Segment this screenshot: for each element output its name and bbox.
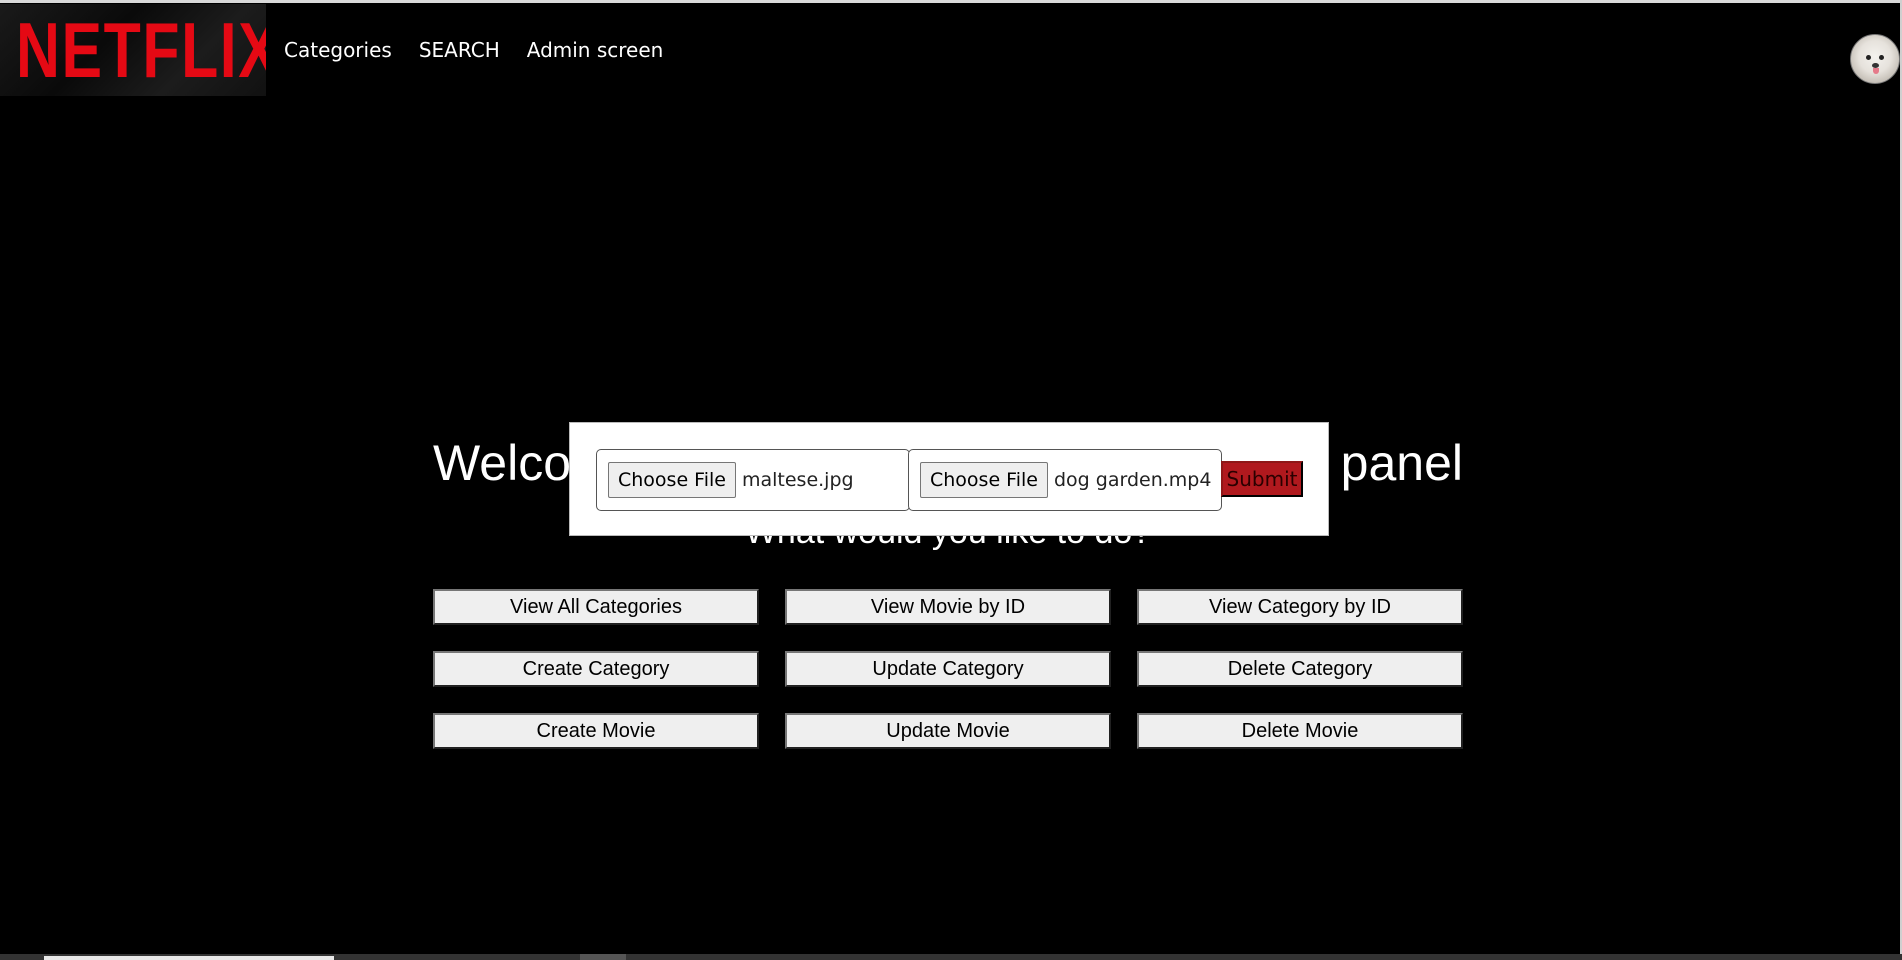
avatar-tongue [1873, 68, 1879, 74]
delete-movie-button[interactable]: Delete Movie [1137, 713, 1463, 749]
user-avatar-icon[interactable] [1850, 34, 1900, 84]
image-file-input[interactable]: Choose File maltese.jpg [596, 449, 910, 511]
top-nav: Categories SEARCH Admin screen [284, 38, 663, 62]
view-category-by-id-button[interactable]: View Category by ID [1137, 589, 1463, 625]
nav-link-admin-screen[interactable]: Admin screen [527, 38, 664, 62]
welcome-heading-left: Welco [433, 435, 572, 491]
view-movie-by-id-button[interactable]: View Movie by ID [785, 589, 1111, 625]
welcome-heading-right: panel [1340, 435, 1463, 491]
video-file-name: dog garden.mp4 [1053, 469, 1212, 491]
logo-text: NETFLIX [16, 6, 266, 94]
view-all-categories-button[interactable]: View All Categories [433, 589, 759, 625]
upload-modal: Choose File maltese.jpg Choose File dog … [569, 422, 1329, 536]
netflix-logo[interactable]: NETFLIX [0, 4, 266, 96]
choose-video-file-button[interactable]: Choose File [920, 462, 1048, 498]
update-category-button[interactable]: Update Category [785, 651, 1111, 687]
delete-category-button[interactable]: Delete Category [1137, 651, 1463, 687]
choose-image-file-button[interactable]: Choose File [608, 462, 736, 498]
video-file-input[interactable]: Choose File dog garden.mp4 [908, 449, 1222, 511]
nav-link-categories[interactable]: Categories [284, 38, 392, 62]
taskbar-segment [580, 954, 626, 960]
create-movie-button[interactable]: Create Movie [433, 713, 759, 749]
window-top-border [0, 0, 1902, 3]
avatar-eye-right [1879, 55, 1884, 60]
bottom-taskbar [0, 954, 1902, 960]
admin-actions-grid: View All Categories View Movie by ID Vie… [433, 589, 1463, 749]
nav-link-search[interactable]: SEARCH [419, 38, 500, 62]
update-movie-button[interactable]: Update Movie [785, 713, 1111, 749]
create-category-button[interactable]: Create Category [433, 651, 759, 687]
avatar-eye-left [1866, 55, 1871, 60]
taskbar-segment [44, 956, 334, 960]
image-file-name: maltese.jpg [741, 469, 854, 491]
submit-button[interactable]: Submit [1221, 461, 1303, 497]
